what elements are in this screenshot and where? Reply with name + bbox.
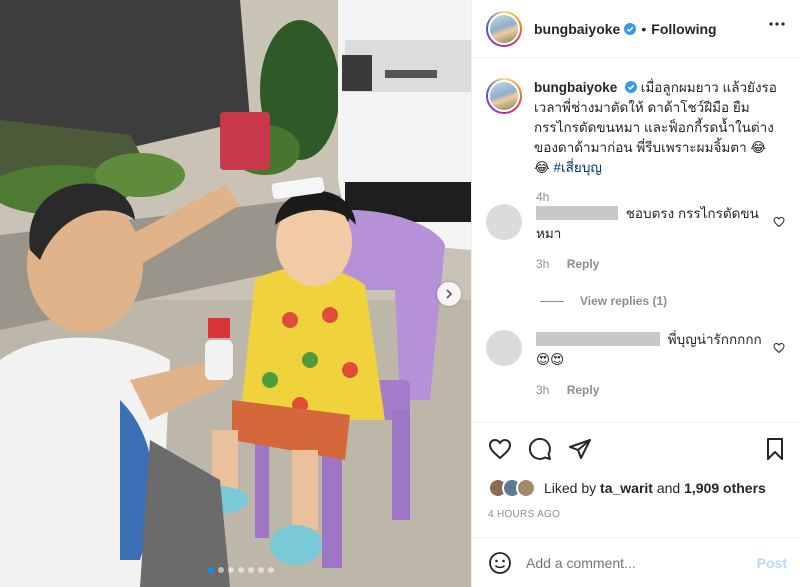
- separator-dot: •: [641, 20, 647, 37]
- likes-joiner: and: [656, 480, 681, 496]
- post-timestamp: 4 HOURS AGO: [488, 509, 561, 520]
- caption: bungbaiyoke เมื่อลูกผมยาว แล้วยังรอเวลาพ…: [486, 78, 791, 204]
- carousel-dot: [268, 567, 274, 573]
- caption-time: 4h: [536, 190, 550, 204]
- carousel-dots: [208, 567, 274, 573]
- post-detail-panel: bungbaiyoke • Following bungbaiyoke เมื่…: [471, 0, 800, 587]
- comment-item: ชอบตรง กรรไกรตัดขนหมา 3h Reply: [486, 204, 791, 274]
- liker-avatar[interactable]: [516, 478, 536, 498]
- like-heart-icon[interactable]: [488, 437, 512, 461]
- photo-illustration: [0, 0, 471, 587]
- share-send-icon[interactable]: [568, 437, 592, 461]
- verified-badge-icon: [624, 22, 637, 35]
- carousel-dot: [208, 567, 214, 573]
- comment-item: พี่บุญน่ารักกกกก 😍😍 3h Reply: [486, 330, 791, 400]
- redacted-username: [536, 332, 660, 346]
- likes-prefix: Liked by: [544, 480, 597, 496]
- view-replies-label: View replies (1): [580, 294, 668, 308]
- carousel-dot: [228, 567, 234, 573]
- post-photo[interactable]: [0, 0, 471, 587]
- comment-time: 3h: [536, 257, 550, 271]
- carousel-dot: [218, 567, 224, 573]
- caption-hashtag[interactable]: #เสี่ยบุญ: [554, 160, 602, 175]
- following-button[interactable]: Following: [651, 21, 716, 37]
- commenter-avatar[interactable]: [486, 330, 522, 366]
- post-header: bungbaiyoke • Following: [472, 0, 800, 58]
- chevron-right-icon: [446, 289, 453, 299]
- comment-like-icon[interactable]: [773, 342, 785, 354]
- view-replies-divider: [540, 300, 564, 302]
- post-actions: Liked by ta_warit and 1,909 others 4 HOU…: [472, 422, 800, 586]
- comment-time: 3h: [536, 383, 550, 397]
- view-replies-button[interactable]: View replies (1): [540, 294, 667, 308]
- carousel-dot: [258, 567, 264, 573]
- bookmark-icon[interactable]: [763, 437, 787, 461]
- next-photo-button[interactable]: [437, 282, 461, 306]
- liker-avatars: [488, 478, 536, 498]
- author-avatar[interactable]: [486, 10, 522, 47]
- emoji-icon[interactable]: [488, 551, 512, 575]
- likes-user-link[interactable]: ta_warit: [600, 480, 653, 496]
- comment-like-icon[interactable]: [773, 216, 785, 228]
- verified-badge-icon: [625, 81, 638, 93]
- likes-count-link[interactable]: 1,909 others: [684, 480, 766, 496]
- add-comment-row: Post: [472, 537, 800, 587]
- likes-summary: Liked by ta_warit and 1,909 others: [488, 478, 766, 498]
- caption-avatar[interactable]: [486, 78, 522, 114]
- carousel-dot: [248, 567, 254, 573]
- caption-username[interactable]: bungbaiyoke: [534, 80, 617, 95]
- commenter-avatar[interactable]: [486, 204, 522, 240]
- carousel-dot: [238, 567, 244, 573]
- author-username[interactable]: bungbaiyoke: [534, 21, 620, 37]
- reply-button[interactable]: Reply: [567, 257, 600, 271]
- post-comment-button[interactable]: Post: [757, 555, 787, 571]
- redacted-username: [536, 206, 618, 220]
- more-horizontal-icon[interactable]: [769, 22, 785, 26]
- reply-button[interactable]: Reply: [567, 383, 600, 397]
- comment-bubble-icon[interactable]: [528, 437, 552, 461]
- add-comment-input[interactable]: [526, 554, 736, 571]
